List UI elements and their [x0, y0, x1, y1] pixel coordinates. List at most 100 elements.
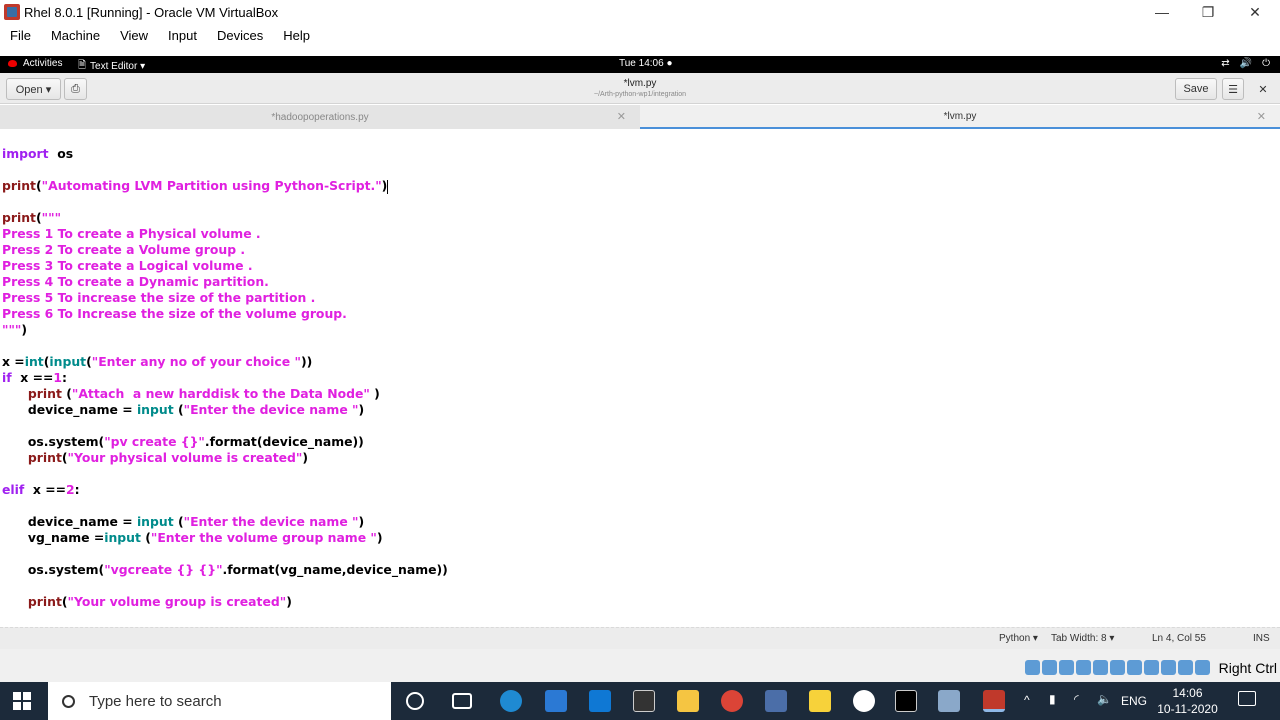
- virtualbox-vm-icon[interactable]: [983, 690, 1005, 712]
- code-token: "Your volume group is created": [67, 594, 287, 609]
- code-token: ): [302, 450, 309, 465]
- speaker-icon[interactable]: 🔈: [1097, 692, 1112, 706]
- code-line: Press 2 To create a Volume group .: [2, 242, 245, 258]
- code-token: "vgcreate {} {}": [104, 562, 223, 577]
- code-line: print ("Attach a new harddisk to the Dat…: [2, 386, 380, 402]
- task-view-icon[interactable]: [452, 693, 472, 709]
- code-token: print: [27, 386, 62, 401]
- code-token: int: [24, 354, 44, 369]
- chrome-icon[interactable]: [721, 690, 743, 712]
- code-token: Press 5 To increase the size of the part…: [2, 290, 316, 305]
- code-token: (: [140, 530, 151, 545]
- search-placeholder: Type here to search: [89, 692, 222, 710]
- tab-lvm[interactable]: *lvm.py ✕: [640, 105, 1280, 129]
- code-token: os.system(: [2, 434, 105, 449]
- wifi-icon[interactable]: ◜: [1074, 692, 1079, 706]
- code-token: :: [74, 482, 80, 497]
- settings-gear-icon[interactable]: [853, 690, 875, 712]
- save-button[interactable]: Save: [1175, 78, 1217, 100]
- menu-input[interactable]: Input: [158, 28, 207, 43]
- edge-icon[interactable]: [500, 690, 522, 712]
- code-token: ): [358, 514, 365, 529]
- taskbar-clock[interactable]: 14:06 10-11-2020: [1155, 685, 1220, 717]
- code-token: Press 6 To Increase the size of the volu…: [2, 306, 347, 321]
- code-line: device_name = input ("Enter the device n…: [2, 514, 364, 530]
- shared-folder-icon[interactable]: [1110, 660, 1125, 675]
- code-token: "pv create {}": [104, 434, 205, 449]
- code-line: os.system("pv create {}".format(device_n…: [2, 434, 364, 450]
- gedit-header-bar: Open ▾ ⎙ *lvm.py ~/Arth-python-wp1/integ…: [0, 73, 1280, 104]
- code-token: print: [27, 594, 62, 609]
- menu-machine[interactable]: Machine: [41, 28, 110, 43]
- redhat-icon: [8, 60, 17, 67]
- code-token: Press 2 To create a Volume group .: [2, 242, 246, 257]
- code-token: "Your physical volume is created": [67, 450, 303, 465]
- keyboard-capture-icon[interactable]: [1195, 660, 1210, 675]
- video-capture-icon[interactable]: [1144, 660, 1159, 675]
- code-token: (: [173, 402, 184, 417]
- network-adapter-icon[interactable]: [1076, 660, 1091, 675]
- notion-icon[interactable]: [633, 690, 655, 712]
- gedit-close-button[interactable]: ✕: [1252, 78, 1274, 100]
- code-token: "Enter the device name ": [183, 402, 359, 417]
- audio-icon[interactable]: [1059, 660, 1074, 675]
- code-token: os: [48, 146, 74, 161]
- notifications-icon[interactable]: [1238, 691, 1256, 706]
- code-token: device_name =: [2, 514, 137, 529]
- gnome-top-bar: Activities 🗎 Text Editor ▾ Tue 14:06 ● ⇄…: [0, 56, 1280, 73]
- virtualbox-manager-icon[interactable]: [938, 690, 960, 712]
- close-button[interactable]: ✕: [1232, 0, 1278, 24]
- app-menu-label: Text Editor ▾: [90, 61, 146, 72]
- windows-start-icon[interactable]: [13, 692, 31, 710]
- menu-file[interactable]: File: [0, 28, 41, 43]
- menu-devices[interactable]: Devices: [207, 28, 273, 43]
- language-selector[interactable]: Python ▾: [999, 633, 1038, 644]
- code-token: x =: [2, 354, 25, 369]
- tab-label: *hadoopoperations.py: [271, 111, 369, 123]
- host-key-label: Right Ctrl: [1218, 660, 1277, 676]
- file-explorer-icon[interactable]: [677, 690, 699, 712]
- clock-date: 10-11-2020: [1157, 702, 1218, 716]
- restore-button[interactable]: ❐: [1185, 0, 1231, 24]
- display-icon[interactable]: [1127, 660, 1142, 675]
- hdd-icon[interactable]: [1025, 660, 1040, 675]
- code-token: .format(device_name)): [204, 434, 364, 449]
- system-tray[interactable]: ⇄ 🔊 ⏻: [1221, 58, 1270, 69]
- usb-icon[interactable]: [1093, 660, 1108, 675]
- code-token: x ==: [24, 482, 66, 497]
- tray-overflow-icon[interactable]: ^: [1024, 693, 1030, 707]
- gnome-clock[interactable]: Tue 14:06 ●: [619, 58, 672, 69]
- menu-view[interactable]: View: [110, 28, 158, 43]
- input-language[interactable]: ENG: [1121, 694, 1147, 708]
- tab-hadoopoperations[interactable]: *hadoopoperations.py ✕: [0, 105, 640, 129]
- code-editor[interactable]: import os print("Automating LVM Partition…: [0, 130, 1280, 627]
- mouse-integration-icon[interactable]: [1178, 660, 1193, 675]
- code-line: if x ==1:: [2, 370, 67, 386]
- document-path: ~/Arth-python-wp1/integration: [593, 91, 687, 98]
- code-token: import: [2, 146, 49, 161]
- code-token: 1: [53, 370, 62, 385]
- menu-help[interactable]: Help: [273, 28, 320, 43]
- store-icon[interactable]: [545, 690, 567, 712]
- tab-close-icon[interactable]: ✕: [617, 110, 626, 123]
- cortana-icon[interactable]: [406, 692, 424, 710]
- optical-drive-icon[interactable]: [1042, 660, 1057, 675]
- remote-desktop-icon[interactable]: [765, 690, 787, 712]
- code-token: if: [2, 370, 12, 385]
- code-token: ): [21, 322, 28, 337]
- code-line: elif x ==2:: [2, 482, 80, 498]
- code-token: elif: [2, 482, 25, 497]
- minimize-button[interactable]: —: [1139, 0, 1185, 24]
- code-line: x =int(input("Enter any no of your choic…: [2, 354, 312, 370]
- terminal-icon[interactable]: [895, 690, 917, 712]
- activities-button[interactable]: Activities: [8, 58, 62, 69]
- virtualization-icon[interactable]: [1161, 660, 1176, 675]
- tab-close-icon[interactable]: ✕: [1257, 110, 1266, 123]
- mail-icon[interactable]: [589, 690, 611, 712]
- sticky-notes-icon[interactable]: [809, 690, 831, 712]
- hamburger-menu-button[interactable]: ☰: [1222, 78, 1244, 100]
- taskbar-search-box[interactable]: Type here to search: [48, 682, 391, 720]
- battery-icon[interactable]: ▮: [1049, 692, 1056, 706]
- tab-width-selector[interactable]: Tab Width: 8 ▾: [1051, 633, 1114, 644]
